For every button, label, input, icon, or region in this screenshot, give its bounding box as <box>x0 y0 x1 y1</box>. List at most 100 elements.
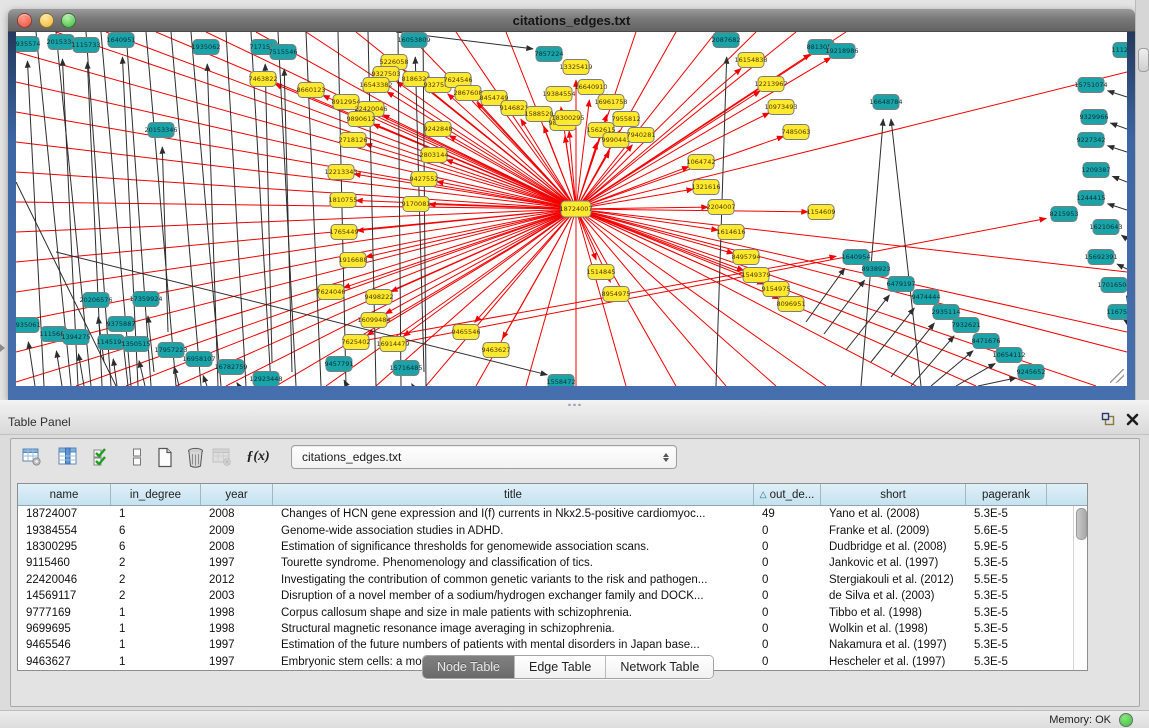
network-node[interactable]: 9427552 <box>410 172 439 187</box>
network-node[interactable]: 17016504 <box>1097 278 1127 293</box>
close-window-icon[interactable] <box>17 13 32 28</box>
network-node[interactable]: 8495794 <box>732 250 761 265</box>
network-node[interactable]: 1810755 <box>329 193 358 208</box>
network-node[interactable]: 1154609 <box>807 205 836 220</box>
network-node[interactable]: 16154838 <box>734 53 767 68</box>
network-node[interactable]: 2803144 <box>420 148 449 163</box>
network-node[interactable]: 20206576 <box>79 293 112 308</box>
network-node[interactable]: 18724007 <box>559 201 592 217</box>
network-node[interactable]: 16782759 <box>214 360 247 375</box>
network-node[interactable]: 9242848 <box>424 122 453 137</box>
network-node[interactable]: 2087682 <box>712 33 741 48</box>
float-panel-icon[interactable] <box>1101 412 1116 432</box>
network-node[interactable]: 16648784 <box>869 95 902 110</box>
network-node[interactable]: 1321616 <box>692 180 721 195</box>
column-header-in_degree[interactable]: in_degree <box>111 484 201 505</box>
column-header-pagerank[interactable]: pagerank <box>966 484 1047 505</box>
network-node[interactable]: 12213343 <box>324 165 357 180</box>
network-node[interactable]: 1064742 <box>687 155 716 170</box>
network-node[interactable]: 1350515 <box>122 337 151 352</box>
network-node[interactable]: 1558472 <box>547 375 576 387</box>
network-node[interactable]: 16053809 <box>397 33 430 48</box>
network-node[interactable]: 16958107 <box>182 352 215 367</box>
background-scrollbar-thumb[interactable] <box>1138 48 1149 72</box>
network-node[interactable]: 10654112 <box>992 348 1025 363</box>
show-columns-icon[interactable] <box>57 445 79 469</box>
panel-collapse-arrow-icon[interactable] <box>0 344 5 352</box>
network-node[interactable]: 9457791 <box>325 357 354 372</box>
network-node[interactable]: 13325419 <box>559 60 592 75</box>
minimize-window-icon[interactable] <box>39 13 54 28</box>
network-node[interactable]: 1640951 <box>107 33 136 48</box>
network-node[interactable]: 17359924 <box>129 292 162 307</box>
function-builder-icon[interactable]: ƒ(x) <box>247 445 269 469</box>
network-node[interactable]: 2867608 <box>454 86 483 101</box>
panel-divider[interactable] <box>0 400 1149 409</box>
network-node[interactable]: 1935061 <box>16 318 40 333</box>
table-row[interactable]: 1456911722003Disruption of a novel membe… <box>18 588 1087 604</box>
row-check-icon[interactable] <box>91 445 113 469</box>
network-node[interactable]: 19384554 <box>542 87 575 102</box>
network-node[interactable]: 18300295 <box>551 111 584 126</box>
table-row[interactable]: 1830029562008Estimation of significance … <box>18 539 1087 555</box>
network-node[interactable]: 16543382 <box>359 78 392 93</box>
network-node[interactable]: 16210643 <box>1089 220 1122 235</box>
network-node[interactable]: 9465546 <box>452 325 481 340</box>
network-canvas[interactable]: 7463822866012389129545226058932750381863… <box>16 32 1127 386</box>
table-row[interactable]: 1938455462009Genome-wide association stu… <box>18 522 1087 538</box>
network-node[interactable]: 12213967 <box>754 77 787 92</box>
network-node[interactable]: 9227342 <box>1077 133 1106 148</box>
network-node[interactable]: 8215953 <box>1050 207 1079 222</box>
network-node[interactable]: 8096951 <box>777 297 806 312</box>
network-node[interactable]: 8471676 <box>972 334 1001 349</box>
table-scrollbar-thumb[interactable] <box>1076 508 1087 540</box>
network-node[interactable]: 2718126 <box>339 133 368 148</box>
tab-network-table[interactable]: Network Table <box>606 656 713 678</box>
network-node[interactable]: 7485063 <box>782 125 811 140</box>
network-node[interactable]: 7515546 <box>269 45 298 60</box>
network-node[interactable]: 1115733 <box>72 38 101 53</box>
network-node[interactable]: 9329966 <box>1080 110 1109 125</box>
zoom-window-icon[interactable] <box>61 13 76 28</box>
network-node[interactable]: 7955812 <box>612 112 641 127</box>
network-node[interactable]: 9245652 <box>1017 365 1046 380</box>
table-row[interactable]: 969969511998Structural magnetic resonanc… <box>18 621 1087 637</box>
network-node[interactable]: 12923448 <box>249 372 282 387</box>
column-header-out_de[interactable]: △out_de... <box>754 484 821 505</box>
network-node[interactable]: 8954975 <box>602 287 631 302</box>
network-node[interactable]: 1394275 <box>62 330 91 345</box>
network-node[interactable]: 16640910 <box>574 80 607 95</box>
network-node[interactable]: 1209387 <box>1082 163 1111 178</box>
delete-table-icon[interactable] <box>211 445 233 469</box>
network-node[interactable]: 1514845 <box>587 265 616 280</box>
table-row[interactable]: 977716911998Corpus callosum shape and si… <box>18 604 1087 620</box>
network-table-select[interactable]: citations_edges.txt <box>291 445 677 469</box>
column-header-name[interactable]: name <box>18 484 111 505</box>
network-node[interactable]: 7940281 <box>627 128 656 143</box>
stacked-rows-icon[interactable] <box>126 445 148 469</box>
network-node[interactable]: 1614616 <box>717 225 746 240</box>
network-node[interactable]: 9463627 <box>482 343 511 358</box>
network-node[interactable]: 9890612 <box>347 112 376 127</box>
canvas-resize-grip[interactable] <box>1110 369 1124 383</box>
network-node[interactable]: 1765449 <box>330 225 359 240</box>
network-node[interactable]: 1916688 <box>339 253 368 268</box>
network-node[interactable]: 7857224 <box>535 47 564 62</box>
network-node[interactable]: 9474444 <box>912 290 941 305</box>
network-node[interactable]: 9498222 <box>365 290 394 305</box>
new-table-icon[interactable] <box>154 445 176 469</box>
network-node[interactable]: 6479197 <box>887 277 916 292</box>
close-panel-icon[interactable] <box>1126 413 1139 431</box>
network-node[interactable]: 7463822 <box>249 72 278 87</box>
network-node[interactable]: 16099484 <box>357 313 390 328</box>
column-header-title[interactable]: title <box>273 484 754 505</box>
table-row[interactable]: 911546021997Tourette syndrome. Phenomeno… <box>18 555 1087 571</box>
network-node[interactable]: 16961758 <box>594 95 627 110</box>
network-node[interactable]: 7624046 <box>317 285 346 300</box>
network-node[interactable]: 15751074 <box>1074 78 1107 93</box>
table-mode-icon[interactable] <box>21 445 43 469</box>
column-header-short[interactable]: short <box>821 484 966 505</box>
network-node[interactable]: 7625402 <box>342 335 371 350</box>
network-node[interactable]: 9170081 <box>402 197 431 212</box>
network-node[interactable]: 1549379 <box>742 268 771 283</box>
